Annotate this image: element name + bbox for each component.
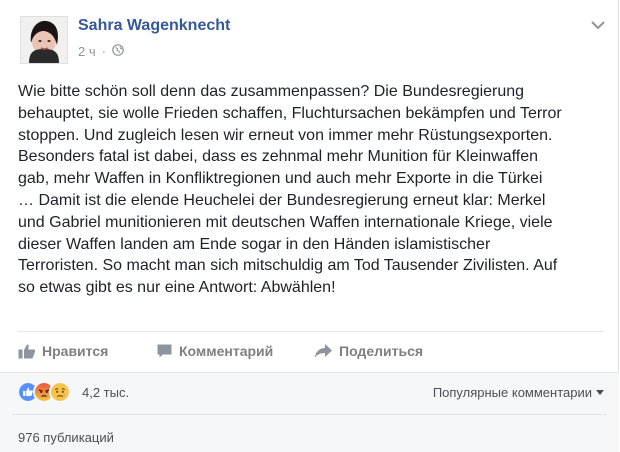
share-arrow-icon xyxy=(314,344,332,358)
post-card: Sahra Wagenknecht 2 ч · Wie bitte schön … xyxy=(0,0,619,452)
divider xyxy=(18,331,603,332)
comment-button[interactable]: Комментарий xyxy=(156,343,314,359)
comment-icon xyxy=(157,344,172,358)
post-meta: 2 ч · xyxy=(78,44,124,59)
like-button[interactable]: Нравится xyxy=(18,343,156,359)
comment-sort-label: Популярные комментарии xyxy=(432,385,592,400)
meta-separator: · xyxy=(101,44,106,59)
caret-down-icon xyxy=(596,389,604,395)
comment-label: Комментарий xyxy=(179,343,274,359)
divider xyxy=(12,414,607,415)
author-name[interactable]: Sahra Wagenknecht xyxy=(78,17,230,35)
reaction-icons[interactable] xyxy=(17,381,71,403)
action-bar: Нравится Комментарий Поделиться xyxy=(18,340,423,362)
sad-reaction-icon xyxy=(49,381,71,403)
share-button[interactable]: Поделиться xyxy=(314,343,423,359)
thumbs-up-icon xyxy=(18,344,36,359)
like-label: Нравится xyxy=(42,343,109,359)
reaction-count[interactable]: 4,2 тыс. xyxy=(82,385,129,400)
author-avatar[interactable] xyxy=(20,16,68,64)
post-options-chevron-icon[interactable] xyxy=(590,18,606,30)
globe-icon xyxy=(112,44,124,59)
post-timestamp[interactable]: 2 ч xyxy=(78,44,96,59)
post-text: Wie bitte schön soll denn das zusammenpa… xyxy=(18,83,562,297)
shares-count[interactable]: 976 публикаций xyxy=(18,430,114,445)
share-label: Поделиться xyxy=(339,343,424,359)
comment-sort-dropdown[interactable]: Популярные комментарии xyxy=(433,385,604,400)
